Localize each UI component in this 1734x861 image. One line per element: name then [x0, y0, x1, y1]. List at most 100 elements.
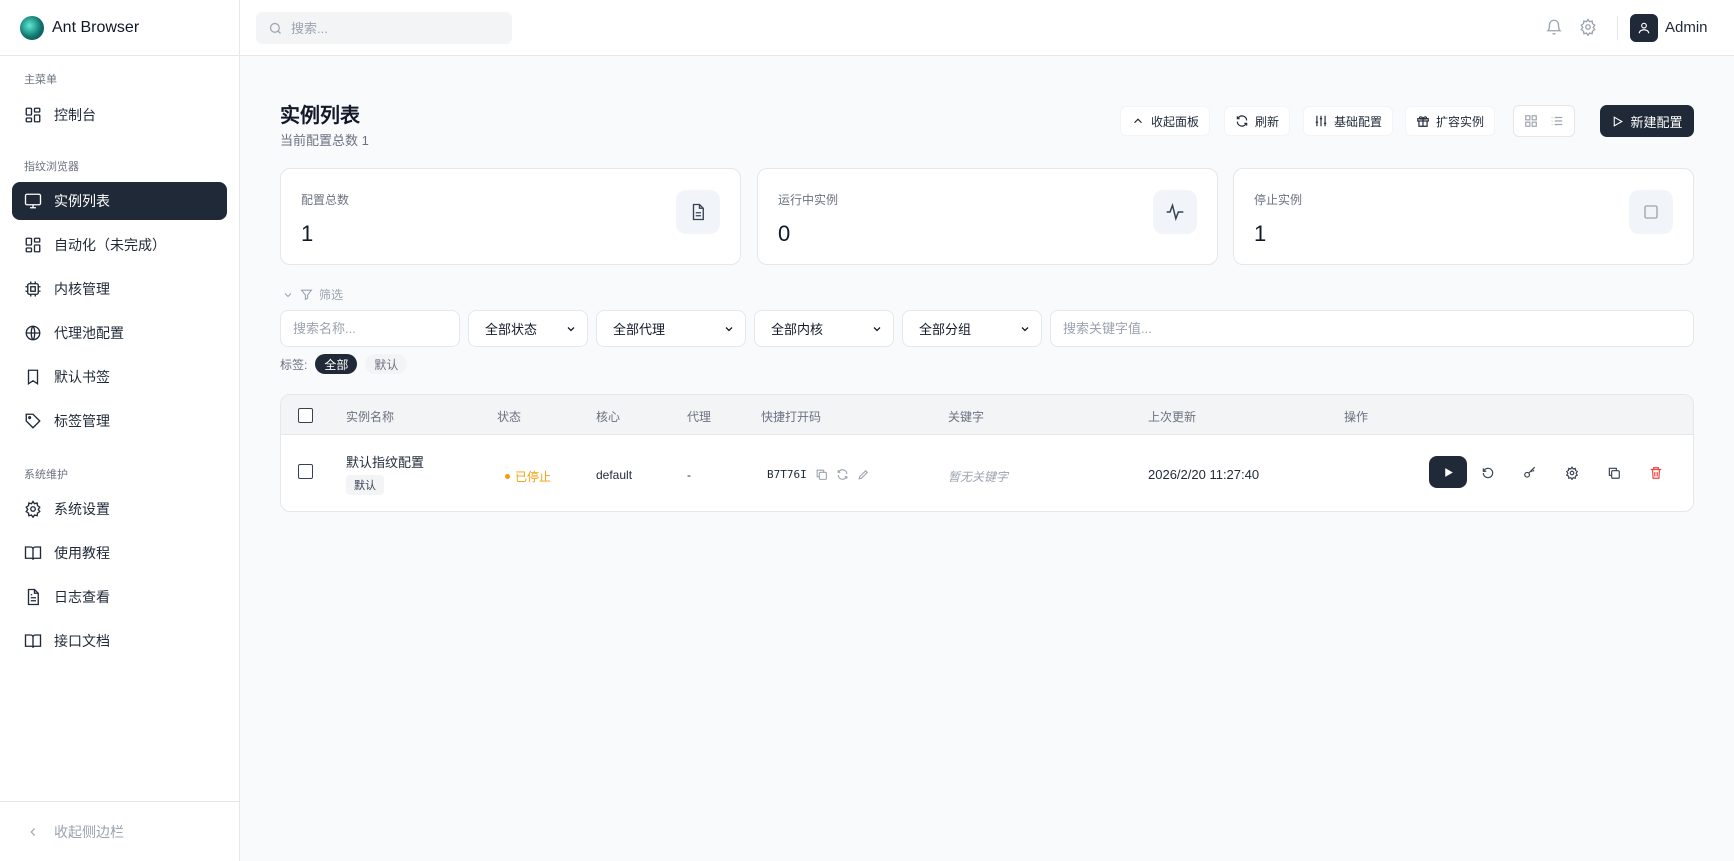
- column-header-code[interactable]: 快捷打开码: [761, 408, 821, 425]
- base-config-button[interactable]: 基础配置: [1303, 106, 1394, 136]
- expand-instance-button[interactable]: 扩容实例: [1405, 106, 1496, 136]
- sidebar-item-label: 日志查看: [54, 589, 110, 605]
- stat-label: 停止实例: [1254, 193, 1303, 207]
- instance-core: default: [596, 468, 633, 482]
- delete-button[interactable]: [1641, 458, 1671, 488]
- status-select-value: 全部状态: [485, 322, 538, 337]
- sidebar-item-core-management[interactable]: 内核管理: [12, 270, 227, 308]
- book-icon: [24, 546, 42, 560]
- sidebar-item-proxy-pool[interactable]: 代理池配置: [12, 314, 227, 352]
- topbar: Admin: [240, 0, 1734, 56]
- username[interactable]: Admin: [1665, 19, 1708, 36]
- sidebar-item-automation[interactable]: 自动化（未完成）: [12, 226, 227, 264]
- search-input[interactable]: [291, 20, 491, 36]
- globe-icon: [25, 325, 41, 341]
- proxy-select[interactable]: 全部代理: [596, 310, 746, 347]
- gear-icon[interactable]: [1579, 18, 1599, 38]
- gear-icon: [1565, 466, 1579, 480]
- new-config-label: 新建配置: [1630, 114, 1683, 130]
- stat-label: 配置总数: [301, 193, 350, 207]
- square-icon: [1629, 190, 1673, 234]
- grid-view-icon[interactable]: [1519, 109, 1543, 133]
- proxy-select-value: 全部代理: [613, 322, 666, 337]
- filter-icon: [300, 289, 313, 301]
- brand-name: Ant Browser: [52, 18, 140, 36]
- sidebar-item-settings[interactable]: 系统设置: [12, 490, 227, 528]
- document-icon: [27, 588, 39, 606]
- row-checkbox[interactable]: [298, 464, 313, 479]
- sidebar-item-label: 系统设置: [54, 501, 110, 517]
- sidebar-item-tutorial[interactable]: 使用教程: [12, 534, 227, 572]
- base-config-label: 基础配置: [1334, 114, 1383, 129]
- table-header: 实例名称 状态 核心 代理 快捷打开码 关键字 上次更新 操作: [281, 395, 1693, 435]
- sidebar-item-dashboard[interactable]: 控制台: [12, 96, 227, 134]
- column-header-core[interactable]: 核心: [596, 408, 620, 425]
- instance-table: 实例名称 状态 核心 代理 快捷打开码 关键字 上次更新 操作 默认指纹配置 默…: [280, 394, 1694, 512]
- settings-button[interactable]: [1557, 458, 1587, 488]
- key-button[interactable]: [1515, 458, 1545, 488]
- collapse-sidebar-label: 收起侧边栏: [54, 823, 124, 840]
- sidebar-item-tags[interactable]: 标签管理: [12, 402, 227, 440]
- filter-toggle[interactable]: 筛选: [282, 286, 343, 303]
- refresh-button[interactable]: 刷新: [1224, 106, 1291, 136]
- status-select[interactable]: 全部状态: [468, 310, 588, 347]
- chevron-down-icon: [284, 292, 292, 297]
- global-search[interactable]: [256, 12, 512, 44]
- tag-filter-all[interactable]: 全部: [315, 354, 358, 374]
- group-select[interactable]: 全部分组: [902, 310, 1042, 347]
- restart-button[interactable]: [1473, 458, 1503, 488]
- start-instance-button[interactable]: [1429, 456, 1467, 488]
- column-header-status[interactable]: 状态: [497, 408, 521, 425]
- stat-card-stopped: 停止实例 1: [1233, 168, 1694, 265]
- collapse-panel-button[interactable]: 收起面板: [1120, 106, 1211, 136]
- column-header-proxy[interactable]: 代理: [687, 408, 711, 425]
- sidebar-item-label: 接口文档: [54, 633, 110, 649]
- chevron-down-icon: [873, 326, 881, 331]
- trash-icon: [1650, 467, 1662, 479]
- list-view-icon[interactable]: [1545, 109, 1569, 133]
- stat-value: 1: [1254, 221, 1267, 246]
- core-select[interactable]: 全部内核: [754, 310, 894, 347]
- sidebar-item-logs[interactable]: 日志查看: [12, 578, 227, 616]
- collapse-panel-label: 收起面板: [1151, 114, 1200, 129]
- instance-updated: 2026/2/20 11:27:40: [1148, 467, 1260, 482]
- name-search-field[interactable]: [280, 310, 460, 347]
- status-dot: [505, 474, 510, 479]
- gear-icon: [25, 500, 41, 518]
- tag-filter-default[interactable]: 默认: [365, 354, 408, 374]
- avatar[interactable]: [1630, 14, 1658, 42]
- sliders-icon: [1315, 115, 1327, 127]
- column-header-keyword[interactable]: 关键字: [948, 408, 984, 425]
- status-badge: 已停止: [505, 468, 551, 485]
- sidebar-item-label: 代理池配置: [54, 325, 124, 341]
- stat-card-total: 配置总数 1: [280, 168, 741, 265]
- sidebar-item-label: 实例列表: [54, 193, 110, 209]
- keyword-search-input[interactable]: [1063, 321, 1693, 336]
- key-icon: [1524, 466, 1536, 478]
- collapse-sidebar-button[interactable]: 收起侧边栏: [0, 801, 239, 861]
- instance-name[interactable]: 默认指纹配置: [346, 452, 424, 471]
- select-all-checkbox[interactable]: [298, 408, 313, 423]
- brand-logo: [20, 15, 44, 40]
- monitor-icon: [24, 193, 42, 209]
- new-config-button[interactable]: 新建配置: [1600, 105, 1694, 137]
- bell-icon[interactable]: [1545, 18, 1565, 38]
- sidebar-item-label: 使用教程: [54, 545, 110, 561]
- column-header-actions: 操作: [1344, 410, 1369, 424]
- copy-button[interactable]: [1599, 458, 1629, 488]
- sidebar-item-bookmarks[interactable]: 默认书签: [12, 358, 227, 396]
- expand-instance-label: 扩容实例: [1436, 114, 1485, 129]
- keyword-search-field[interactable]: [1050, 310, 1694, 347]
- column-header-updated[interactable]: 上次更新: [1148, 408, 1196, 425]
- column-header-name[interactable]: 实例名称: [346, 408, 394, 425]
- brand[interactable]: Ant Browser: [0, 0, 239, 56]
- stat-card-running: 运行中实例 0: [757, 168, 1218, 265]
- edit-icon[interactable]: [857, 468, 870, 481]
- section-label-system: 系统维护: [24, 469, 68, 481]
- name-search-input[interactable]: [293, 321, 459, 336]
- sidebar-item-instances[interactable]: 实例列表: [12, 182, 227, 220]
- sidebar-item-api-docs[interactable]: 接口文档: [12, 622, 227, 660]
- copy-icon[interactable]: [815, 468, 828, 481]
- refresh-icon[interactable]: [836, 468, 849, 481]
- instance-keyword: 暂无关键字: [948, 470, 1009, 484]
